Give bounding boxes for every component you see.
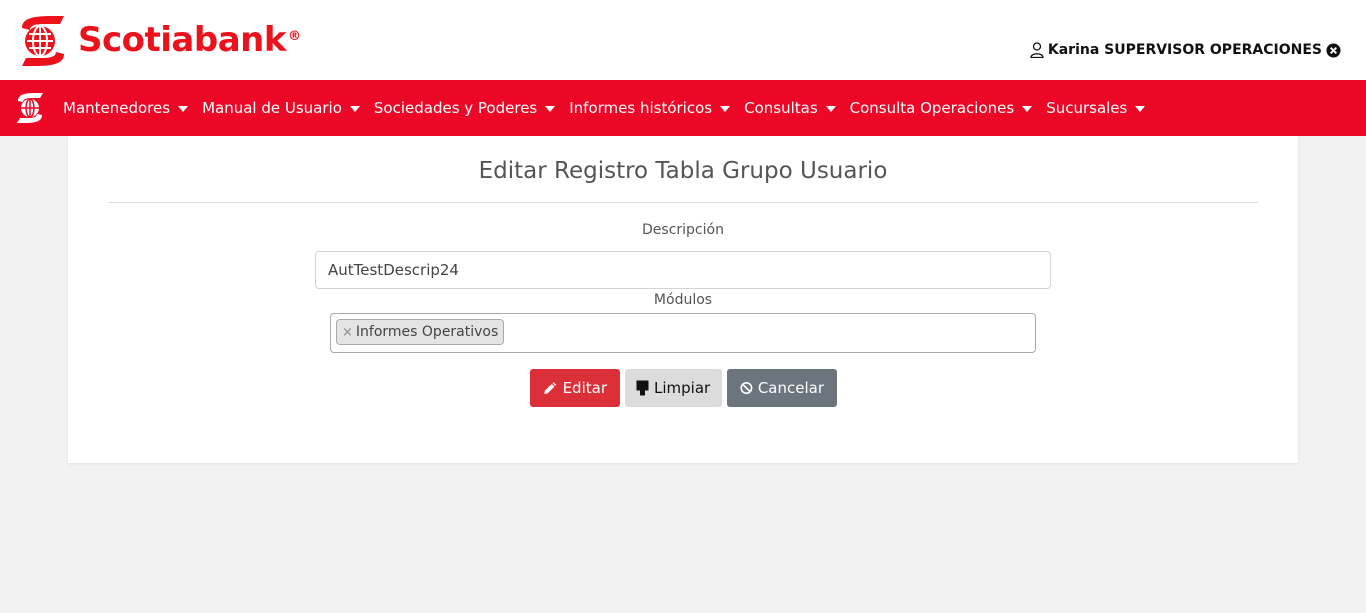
top-header: Scotiabank ® Karina SUPERVISOR OPERACION… bbox=[0, 0, 1366, 80]
title-divider bbox=[108, 202, 1258, 203]
brand-name: Scotiabank bbox=[78, 20, 286, 60]
edit-button[interactable]: Editar bbox=[530, 369, 620, 407]
nav-label: Informes históricos bbox=[569, 99, 713, 117]
selected-module-label: Informes Operativos bbox=[355, 324, 499, 340]
caret-down-icon bbox=[720, 105, 731, 112]
brand-logo-link[interactable]: Scotiabank ® bbox=[18, 14, 301, 66]
edit-form-card: Editar Registro Tabla Grupo Usuario Desc… bbox=[68, 136, 1298, 463]
user-icon bbox=[1030, 42, 1044, 58]
main-navbar: Mantenedores Manual de Usuario Sociedade… bbox=[0, 80, 1366, 136]
nav-sucursales[interactable]: Sucursales bbox=[1039, 80, 1152, 136]
registered-mark: ® bbox=[287, 28, 301, 44]
cancel-button-label: Cancelar bbox=[757, 379, 824, 397]
scotiabank-logo-icon bbox=[22, 16, 64, 66]
ban-icon bbox=[740, 381, 753, 395]
nav-label: Consultas bbox=[744, 99, 818, 117]
edit-button-label: Editar bbox=[562, 379, 607, 397]
user-name: Karina SUPERVISOR OPERACIONES bbox=[1047, 42, 1322, 58]
nav-mantenedores[interactable]: Mantenedores bbox=[56, 80, 195, 136]
caret-down-icon bbox=[545, 105, 556, 112]
nav-consulta-operaciones[interactable]: Consulta Operaciones bbox=[843, 80, 1040, 136]
selected-module-tag: × Informes Operativos bbox=[336, 319, 505, 345]
nav-sociedades-y-poderes[interactable]: Sociedades y Poderes bbox=[367, 80, 562, 136]
nav-label: Mantenedores bbox=[63, 99, 171, 117]
nav-informes-historicos[interactable]: Informes históricos bbox=[562, 80, 737, 136]
nav-label: Consulta Operaciones bbox=[849, 99, 1015, 117]
cancel-button[interactable]: Cancelar bbox=[727, 369, 837, 407]
caret-down-icon bbox=[825, 105, 836, 112]
modules-label: Módulos bbox=[653, 292, 713, 308]
caret-down-icon bbox=[349, 105, 360, 112]
nav-label: Manual de Usuario bbox=[202, 99, 342, 117]
caret-down-icon bbox=[1135, 105, 1146, 112]
clear-button-label: Limpiar bbox=[654, 379, 711, 397]
nav-label: Sociedades y Poderes bbox=[373, 99, 538, 117]
user-menu[interactable]: Karina SUPERVISOR OPERACIONES bbox=[1030, 42, 1341, 58]
nav-consultas[interactable]: Consultas bbox=[737, 80, 843, 136]
scotiabank-nav-logo-icon[interactable] bbox=[16, 92, 44, 124]
eraser-icon bbox=[636, 380, 649, 396]
action-buttons: Editar Limpiar Cancelar bbox=[530, 369, 837, 407]
page-title: Editar Registro Tabla Grupo Usuario bbox=[478, 158, 888, 184]
description-input[interactable] bbox=[315, 251, 1051, 289]
pencil-icon bbox=[544, 382, 557, 394]
caret-down-icon bbox=[178, 105, 189, 112]
clear-button[interactable]: Limpiar bbox=[625, 369, 722, 407]
close-circle-icon[interactable] bbox=[1326, 42, 1341, 58]
caret-down-icon bbox=[1022, 105, 1033, 112]
nav-manual-de-usuario[interactable]: Manual de Usuario bbox=[195, 80, 367, 136]
modules-multiselect[interactable]: × Informes Operativos bbox=[330, 313, 1036, 353]
description-label: Descripción bbox=[642, 222, 724, 238]
nav-label: Sucursales bbox=[1046, 99, 1128, 117]
remove-tag-icon[interactable]: × bbox=[342, 325, 353, 340]
